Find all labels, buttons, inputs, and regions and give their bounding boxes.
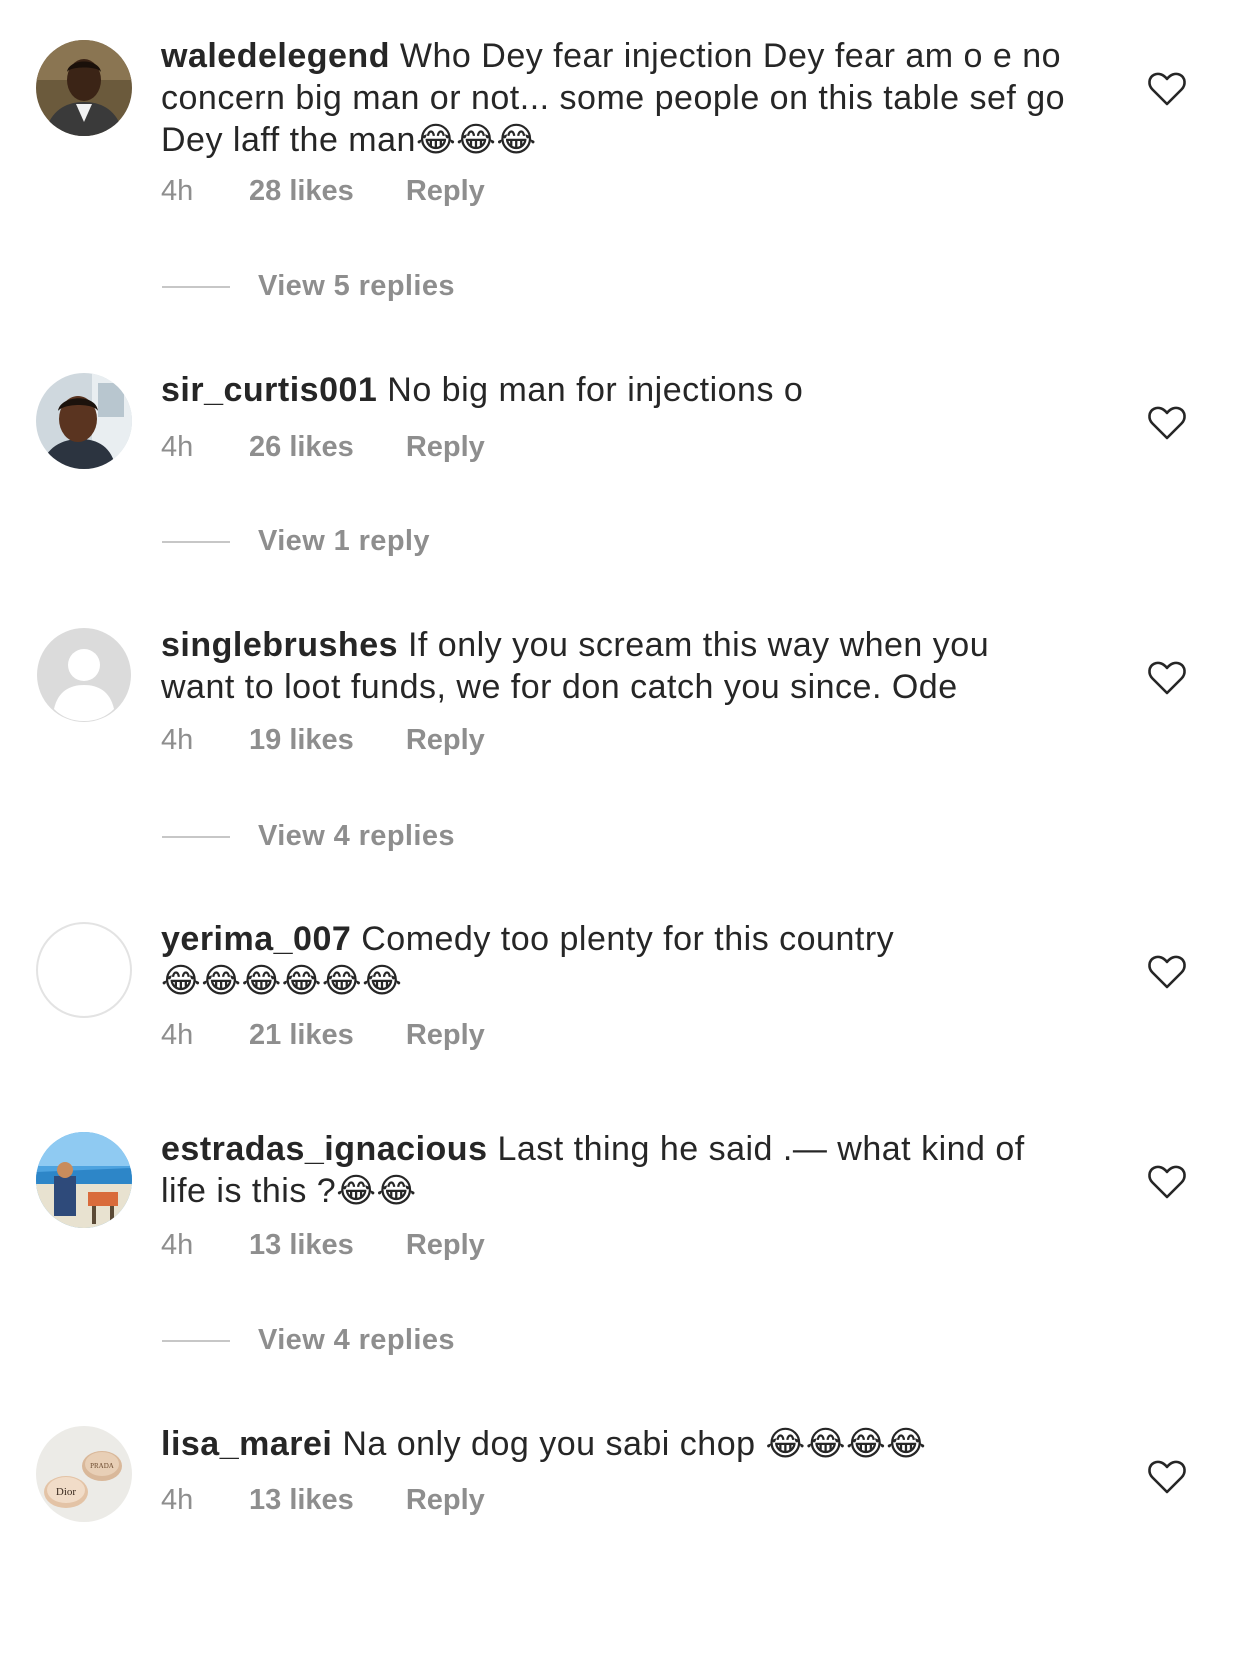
dior-logo-text: Dior bbox=[56, 1486, 77, 1498]
heart-outline-icon[interactable] bbox=[1147, 660, 1187, 696]
laughing-emoji-group: 😂😂😂😂 bbox=[765, 1425, 927, 1463]
comment-time: 4h bbox=[161, 1019, 194, 1051]
comment-meta: 4h 21 likes Reply bbox=[161, 1017, 485, 1053]
comment-likes[interactable]: 28 likes bbox=[249, 173, 354, 209]
avatar[interactable] bbox=[36, 1132, 132, 1228]
comment-text: singlebrushes If only you scream this wa… bbox=[161, 624, 1066, 708]
comment-body: No big man for injections o bbox=[387, 371, 804, 409]
heart-outline-icon[interactable] bbox=[1147, 405, 1187, 441]
reply-button[interactable]: Reply bbox=[406, 1227, 485, 1263]
comment-text: yerima_007 Comedy too plenty for this co… bbox=[161, 918, 1066, 1002]
comment-username[interactable]: estradas_ignacious bbox=[161, 1130, 487, 1168]
heart-outline-icon[interactable] bbox=[1147, 71, 1187, 107]
comment-username[interactable]: waledelegend bbox=[161, 37, 390, 75]
reply-button[interactable]: Reply bbox=[406, 1482, 485, 1518]
comment-likes[interactable]: 26 likes bbox=[249, 429, 354, 465]
avatar[interactable] bbox=[36, 922, 132, 1018]
comment-likes[interactable]: 13 likes bbox=[249, 1227, 354, 1263]
reply-button[interactable]: Reply bbox=[406, 429, 485, 465]
view-replies-label: View 4 replies bbox=[258, 1324, 455, 1356]
default-avatar-icon bbox=[37, 628, 131, 722]
comment-time: 4h bbox=[161, 431, 194, 463]
heart-outline-icon[interactable] bbox=[1147, 954, 1187, 990]
comment-meta: 4h 26 likes Reply bbox=[161, 429, 485, 465]
view-replies-label: View 5 replies bbox=[258, 270, 455, 302]
comment-likes[interactable]: 13 likes bbox=[249, 1482, 354, 1518]
view-replies-button[interactable]: View 4 replies bbox=[162, 1324, 455, 1357]
divider-line bbox=[162, 540, 230, 543]
comment-time: 4h bbox=[161, 1484, 194, 1516]
comment-username[interactable]: singlebrushes bbox=[161, 626, 398, 664]
heart-outline-icon[interactable] bbox=[1147, 1459, 1187, 1495]
comment-text: estradas_ignacious Last thing he said .—… bbox=[161, 1128, 1066, 1212]
comment-time: 4h bbox=[161, 1229, 194, 1261]
profile-photo-icon bbox=[36, 1132, 132, 1228]
comment-username[interactable]: sir_curtis001 bbox=[161, 371, 377, 409]
prada-logo-text: PRADA bbox=[90, 1462, 114, 1470]
avatar[interactable] bbox=[36, 627, 132, 723]
comment-time: 4h bbox=[161, 724, 194, 756]
comment-meta: 4h 28 likes Reply bbox=[161, 173, 485, 209]
view-replies-button[interactable]: View 1 reply bbox=[162, 525, 430, 558]
avatar[interactable] bbox=[36, 40, 132, 136]
comment-likes[interactable]: 19 likes bbox=[249, 722, 354, 758]
profile-photo-icon bbox=[36, 373, 132, 469]
reply-button[interactable]: Reply bbox=[406, 173, 485, 209]
comment-username[interactable]: yerima_007 bbox=[161, 920, 351, 958]
laughing-emoji-group: 😂😂😂😂😂😂 bbox=[161, 962, 403, 1000]
heart-outline-icon[interactable] bbox=[1147, 1164, 1187, 1200]
avatar[interactable] bbox=[36, 373, 132, 469]
comment-meta: 4h 13 likes Reply bbox=[161, 1482, 485, 1518]
view-replies-button[interactable]: View 5 replies bbox=[162, 270, 455, 303]
reply-button[interactable]: Reply bbox=[406, 722, 485, 758]
view-replies-label: View 4 replies bbox=[258, 820, 455, 852]
profile-photo-icon bbox=[36, 40, 132, 136]
comment-username[interactable]: lisa_marei bbox=[161, 1425, 332, 1463]
comment-body: Na only dog you sabi chop bbox=[342, 1425, 756, 1463]
comment-meta: 4h 13 likes Reply bbox=[161, 1227, 485, 1263]
laughing-emoji-group: 😂😂😂 bbox=[415, 121, 537, 159]
view-replies-button[interactable]: View 4 replies bbox=[162, 820, 455, 853]
comment-text: lisa_marei Na only dog you sabi chop 😂😂😂… bbox=[161, 1423, 1066, 1465]
comments-list: waledelegend Who Dey fear injection Dey … bbox=[0, 0, 1242, 1678]
profile-photo-icon: PRADA Dior bbox=[36, 1426, 132, 1522]
divider-line bbox=[162, 835, 230, 838]
avatar[interactable]: PRADA Dior bbox=[36, 1426, 132, 1522]
comment-meta: 4h 19 likes Reply bbox=[161, 722, 485, 758]
comment-text: waledelegend Who Dey fear injection Dey … bbox=[161, 35, 1066, 161]
divider-line bbox=[162, 285, 230, 288]
divider-line bbox=[162, 1339, 230, 1342]
comment-body: Comedy too plenty for this country bbox=[361, 920, 895, 958]
view-replies-label: View 1 reply bbox=[258, 525, 430, 557]
comment-time: 4h bbox=[161, 175, 194, 207]
reply-button[interactable]: Reply bbox=[406, 1017, 485, 1053]
laughing-emoji-group: 😂😂 bbox=[336, 1172, 417, 1210]
comment-likes[interactable]: 21 likes bbox=[249, 1017, 354, 1053]
comment-text: sir_curtis001 No big man for injections … bbox=[161, 369, 1066, 411]
